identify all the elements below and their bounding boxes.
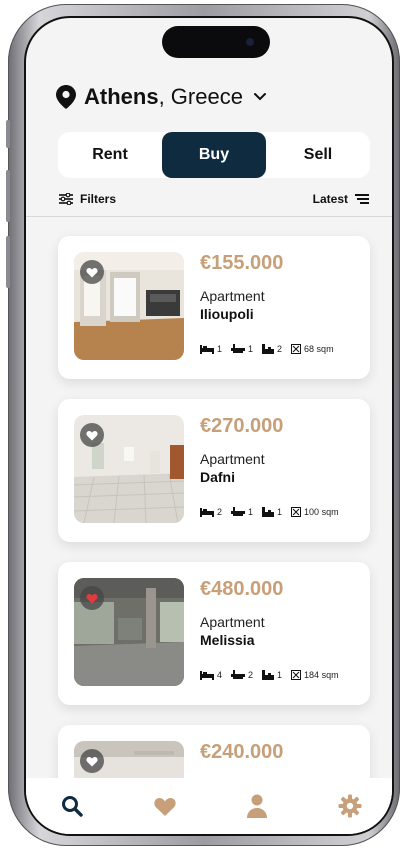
listing-price: €480.000 xyxy=(200,578,284,600)
filters-label: Filters xyxy=(80,192,117,206)
beds-count: 2 xyxy=(217,507,223,517)
listing-specs: 2 1 1 100 sqm xyxy=(200,507,344,517)
heart-icon xyxy=(86,430,98,440)
location-pin-icon xyxy=(56,85,76,109)
listing-area: Ilioupoli xyxy=(200,306,254,322)
listing-photo xyxy=(74,415,184,523)
size-icon xyxy=(291,344,302,354)
listing-area: Dafni xyxy=(200,469,235,485)
sort-icon xyxy=(355,194,369,204)
listing-price: €270.000 xyxy=(200,415,284,437)
floor-count: 1 xyxy=(277,507,283,517)
size-icon xyxy=(291,507,302,517)
favorite-button[interactable] xyxy=(80,260,104,284)
listing-type: Apartment xyxy=(200,288,265,304)
favorite-button[interactable] xyxy=(80,586,104,610)
listing-specs: 1 1 2 68 sqm xyxy=(200,344,339,354)
listing-specs: 4 2 1 184 sqm xyxy=(200,670,344,680)
tab-rent[interactable]: Rent xyxy=(58,132,162,178)
location-city: Athens xyxy=(84,84,159,109)
floor-icon xyxy=(262,344,275,354)
bed-icon xyxy=(200,671,214,680)
tab-settings[interactable] xyxy=(330,786,370,826)
volume-down-button xyxy=(6,236,10,288)
floor-count: 2 xyxy=(277,344,283,354)
listing-photo xyxy=(74,578,184,686)
tab-buy[interactable]: Buy xyxy=(162,132,266,178)
floor-count: 1 xyxy=(277,670,283,680)
filters-button[interactable]: Filters xyxy=(58,192,116,206)
location-selector[interactable]: Athens , Greece xyxy=(56,84,267,110)
heart-filled-icon xyxy=(86,593,98,603)
beds-count: 1 xyxy=(217,344,223,354)
tab-favorites[interactable] xyxy=(145,786,185,826)
baths-count: 1 xyxy=(248,507,254,517)
bath-icon xyxy=(231,507,246,516)
heart-icon xyxy=(86,267,98,277)
listing-price: €240.000 xyxy=(200,741,284,763)
tab-sell[interactable]: Sell xyxy=(266,132,370,178)
bed-icon xyxy=(200,508,214,517)
chevron-down-icon xyxy=(253,93,266,101)
beds-count: 4 xyxy=(217,670,223,680)
tab-profile[interactable] xyxy=(237,786,277,826)
toolbar-divider xyxy=(26,216,392,217)
size-value: 68 sqm xyxy=(304,344,334,354)
listing-card[interactable]: €480.000 Apartment Melissia 4 2 1 184 sq… xyxy=(58,562,370,705)
sort-button[interactable]: Latest xyxy=(313,192,370,206)
heart-icon xyxy=(154,797,176,816)
camera xyxy=(246,38,254,46)
bottom-tab-bar xyxy=(26,778,392,834)
size-value: 184 sqm xyxy=(304,670,339,680)
size-icon xyxy=(291,670,302,680)
favorite-button[interactable] xyxy=(80,423,104,447)
app-screen: Athens , Greece Rent Buy Sell Filters La… xyxy=(24,16,394,836)
search-icon xyxy=(62,796,83,817)
listing-type: Apartment xyxy=(200,614,265,630)
listing-card[interactable]: €270.000 Apartment Dafni 2 1 1 100 sqm xyxy=(58,399,370,542)
listing-card[interactable]: €155.000 Apartment Ilioupoli 1 1 2 68 sq… xyxy=(58,236,370,379)
mute-switch xyxy=(6,120,10,148)
sort-label: Latest xyxy=(312,192,348,206)
bed-icon xyxy=(200,345,214,354)
listing-photo xyxy=(74,252,184,360)
bath-icon xyxy=(231,344,246,353)
listing-mode-switch: Rent Buy Sell xyxy=(58,132,370,178)
list-toolbar: Filters Latest xyxy=(58,192,370,206)
floor-icon xyxy=(262,670,275,680)
user-icon xyxy=(247,794,268,818)
listing-price: €155.000 xyxy=(200,252,284,274)
tab-search[interactable] xyxy=(52,786,92,826)
bath-icon xyxy=(231,670,246,679)
listing-type: Apartment xyxy=(200,451,265,467)
size-value: 100 sqm xyxy=(304,507,339,517)
baths-count: 1 xyxy=(248,344,254,354)
filters-icon xyxy=(59,193,73,205)
listing-area: Melissia xyxy=(200,632,255,648)
location-country: , Greece xyxy=(158,84,243,109)
heart-icon xyxy=(86,756,98,766)
dynamic-island xyxy=(162,26,270,58)
favorite-button[interactable] xyxy=(80,749,104,773)
floor-icon xyxy=(262,507,275,517)
baths-count: 2 xyxy=(248,670,254,680)
volume-up-button xyxy=(6,170,10,222)
gear-icon xyxy=(338,794,362,818)
